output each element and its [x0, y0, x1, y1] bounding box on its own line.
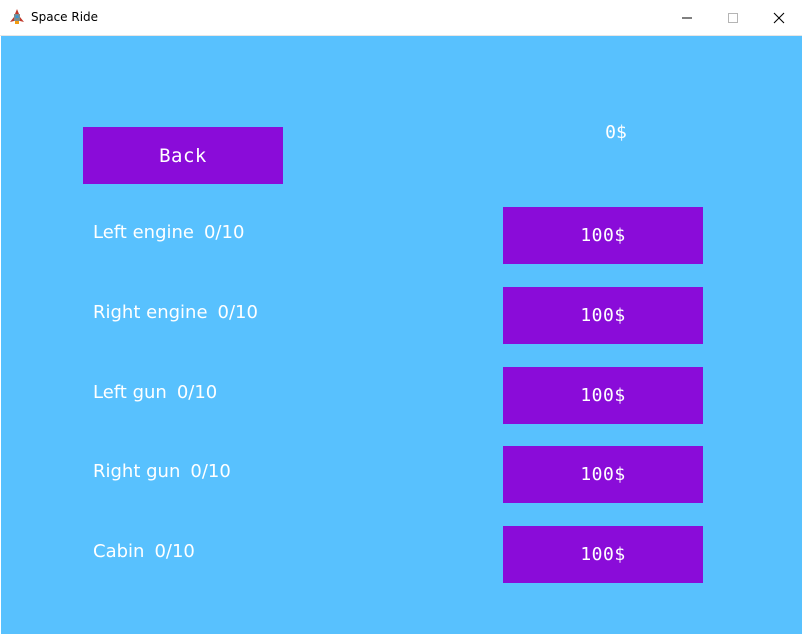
upgrade-name: Left engine [93, 222, 194, 243]
upgrade-level: 0/10 [217, 302, 258, 323]
buy-right-gun-button[interactable]: 100$ [503, 446, 703, 503]
upgrade-level: 0/10 [176, 382, 218, 403]
window-title: Space Ride [31, 10, 99, 24]
minimize-button[interactable] [664, 0, 710, 35]
maximize-button[interactable] [710, 0, 756, 35]
buy-left-gun-button[interactable]: 100$ [503, 367, 703, 424]
title-bar[interactable]: Space Ride [0, 0, 802, 36]
upgrade-label-right-gun: Right gun 0/10 [93, 461, 231, 482]
upgrade-label-right-engine: Right engine 0/10 [93, 302, 258, 323]
shop-screen: Back 0$ Left engine 0/10 100$ Right engin… [1, 36, 802, 634]
upgrade-name: Right gun [93, 461, 181, 482]
upgrade-level: 0/10 [154, 541, 195, 562]
minimize-icon [682, 17, 692, 19]
buy-left-engine-button[interactable]: 100$ [503, 207, 703, 264]
close-button[interactable] [756, 0, 802, 35]
spaceship-icon [9, 9, 25, 25]
upgrade-name: Right engine [93, 302, 208, 323]
upgrade-label-left-gun: Left gun 0/10 [93, 382, 217, 403]
money-balance: 0$ [605, 122, 627, 143]
buy-cabin-button[interactable]: 100$ [503, 526, 703, 583]
upgrade-level: 0/10 [203, 222, 245, 243]
upgrade-level: 0/10 [190, 461, 231, 482]
maximize-icon [728, 13, 738, 23]
upgrade-name: Cabin [93, 541, 145, 562]
close-icon [773, 12, 785, 24]
buy-right-engine-button[interactable]: 100$ [503, 287, 703, 344]
upgrade-label-left-engine: Left engine 0/10 [93, 222, 244, 243]
upgrade-name: Left gun [93, 382, 167, 403]
upgrade-label-cabin: Cabin 0/10 [93, 541, 195, 562]
app-window: Space Ride Back 0$ Left engine 0/10 100$ … [0, 0, 802, 634]
back-button[interactable]: Back [83, 127, 283, 184]
